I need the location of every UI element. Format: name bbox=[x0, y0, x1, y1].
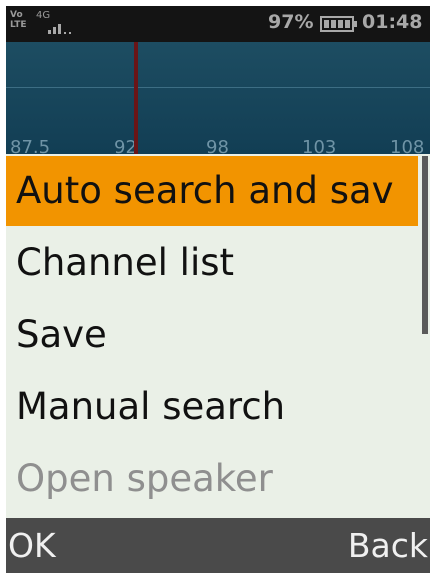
fm-radio-screen: Vo LTE 4G 97% 01:48 87.5 92 98 103 108 A… bbox=[6, 6, 430, 573]
options-menu: Auto search and sav Channel list Save Ma… bbox=[6, 156, 418, 515]
softkey-bar: OK Back bbox=[6, 518, 430, 573]
signal-strength-icon bbox=[48, 16, 80, 34]
menu-item-manual-search[interactable]: Manual search bbox=[6, 372, 418, 442]
menu-item-save[interactable]: Save bbox=[6, 300, 418, 370]
menu-item-open-speaker: Open speaker bbox=[16, 457, 273, 500]
battery-icon bbox=[320, 16, 357, 32]
tuner-scale-line bbox=[6, 87, 430, 88]
frequency-label: 87.5 bbox=[10, 137, 51, 158]
clock: 01:48 bbox=[362, 11, 423, 33]
back-softkey[interactable]: Back bbox=[348, 518, 428, 573]
frequency-label: 103 bbox=[302, 137, 337, 158]
battery-percent: 97% bbox=[268, 11, 314, 33]
menu-scrollbar[interactable] bbox=[422, 156, 428, 334]
volte-indicator: Vo LTE bbox=[10, 10, 27, 30]
frequency-tuner: 87.5 92 98 103 108 bbox=[6, 42, 430, 158]
frequency-label: 108 bbox=[390, 137, 425, 158]
menu-item-channel-list[interactable]: Channel list bbox=[6, 228, 418, 298]
ok-softkey[interactable]: OK bbox=[8, 518, 56, 573]
status-bar: Vo LTE 4G 97% 01:48 bbox=[6, 6, 430, 42]
menu-item-auto-search-and-save[interactable]: Auto search and sav bbox=[6, 156, 418, 226]
tuner-needle bbox=[134, 42, 138, 154]
frequency-label: 98 bbox=[206, 137, 229, 158]
